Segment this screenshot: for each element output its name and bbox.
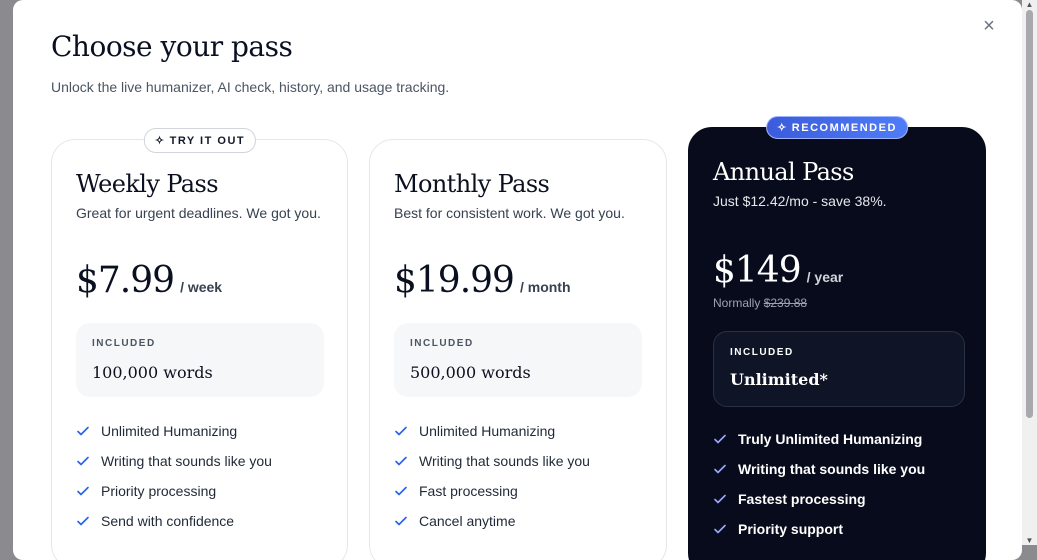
feature-list: Unlimited Humanizing Writing that sounds… [76, 416, 272, 536]
check-icon [714, 464, 726, 474]
strikethrough-price: $239.88 [763, 296, 808, 310]
feature-label: Writing that sounds like you [101, 453, 272, 469]
badge-label: RECOMMENDED [791, 122, 897, 134]
feature-item: Truly Unlimited Humanizing [713, 424, 925, 454]
pricing-modal: × Choose your pass Unlock the live human… [13, 0, 1022, 560]
feature-item: Priority support [713, 514, 925, 544]
sparkle-icon: ✧ [777, 122, 788, 134]
check-icon [395, 516, 407, 526]
included-value: Unlimited* [730, 370, 828, 389]
feature-label: Unlimited Humanizing [419, 423, 556, 439]
price-amount: $149 [713, 250, 802, 291]
plan-card-weekly[interactable]: ✧ TRY IT OUT Weekly Pass Great for urgent… [51, 128, 348, 560]
try-it-out-badge: ✧ TRY IT OUT [143, 128, 257, 153]
scrollbar[interactable]: ▲ ▼ [1022, 0, 1037, 545]
feature-item: Writing that sounds like you [394, 446, 590, 476]
scroll-down-icon[interactable]: ▼ [1025, 536, 1034, 545]
check-icon [395, 486, 407, 496]
included-label: INCLUDED [730, 347, 794, 358]
included-value: 500,000 words [410, 363, 531, 382]
plan-name: Annual Pass [713, 158, 854, 186]
feature-label: Priority support [738, 521, 844, 537]
plan-description: Great for urgent deadlines. We got you. [76, 205, 321, 221]
plan-price: $19.99 / month [394, 260, 571, 301]
feature-item: Writing that sounds like you [713, 454, 925, 484]
modal-subtitle: Unlock the live humanizer, AI check, his… [51, 79, 450, 95]
sparkle-icon: ✧ [154, 135, 166, 147]
check-icon [77, 426, 89, 436]
feature-label: Cancel anytime [419, 513, 516, 529]
price-period: / month [519, 279, 571, 295]
plan-price: $7.99 / week [76, 260, 222, 301]
price-amount: $19.99 [394, 260, 515, 301]
included-box: INCLUDED Unlimited* [713, 331, 965, 407]
plan-name: Monthly Pass [394, 170, 550, 198]
check-icon [77, 486, 89, 496]
check-icon [395, 456, 407, 466]
included-label: INCLUDED [92, 338, 156, 349]
feature-list: Truly Unlimited Humanizing Writing that … [713, 424, 925, 544]
price-period: / year [806, 269, 844, 285]
feature-label: Fast processing [419, 483, 518, 499]
included-box: INCLUDED 500,000 words [394, 323, 642, 397]
badge-label: TRY IT OUT [169, 135, 246, 147]
plan-name: Weekly Pass [76, 170, 219, 198]
check-icon [395, 426, 407, 436]
scroll-up-icon[interactable]: ▲ [1025, 0, 1034, 9]
feature-label: Priority processing [101, 483, 217, 499]
feature-item: Fast processing [394, 476, 590, 506]
feature-label: Send with confidence [101, 513, 235, 529]
normally-label: Normally [713, 296, 761, 310]
feature-label: Truly Unlimited Humanizing [738, 431, 923, 447]
feature-item: Fastest processing [713, 484, 925, 514]
feature-label: Unlimited Humanizing [101, 423, 238, 439]
check-icon [714, 434, 726, 444]
feature-list: Unlimited Humanizing Writing that sounds… [394, 416, 590, 536]
feature-item: Cancel anytime [394, 506, 590, 536]
feature-item: Send with confidence [76, 506, 272, 536]
feature-label: Writing that sounds like you [738, 461, 926, 477]
check-icon [77, 516, 89, 526]
included-value: 100,000 words [92, 363, 213, 382]
feature-label: Fastest processing [738, 491, 866, 507]
plan-card-annual[interactable]: ✧ RECOMMENDED Annual Pass Just $12.42/mo … [688, 116, 986, 560]
price-period: / week [180, 279, 223, 295]
plan-description: Best for consistent work. We got you. [394, 205, 625, 221]
scrollbar-thumb[interactable] [1026, 10, 1033, 418]
included-label: INCLUDED [410, 338, 474, 349]
check-icon [77, 456, 89, 466]
plan-price: $149 / year [713, 250, 843, 291]
original-price: Normally $239.88 [713, 296, 807, 310]
close-icon[interactable]: × [979, 16, 999, 36]
feature-item: Priority processing [76, 476, 272, 506]
recommended-badge: ✧ RECOMMENDED [766, 116, 908, 139]
plan-card-monthly[interactable]: Monthly Pass Best for consistent work. W… [369, 139, 667, 560]
feature-item: Unlimited Humanizing [76, 416, 272, 446]
feature-item: Unlimited Humanizing [394, 416, 590, 446]
price-amount: $7.99 [76, 260, 175, 301]
feature-label: Writing that sounds like you [419, 453, 590, 469]
plan-description: Just $12.42/mo - save 38%. [713, 193, 887, 209]
included-box: INCLUDED 100,000 words [76, 323, 324, 397]
feature-item: Writing that sounds like you [76, 446, 272, 476]
modal-title: Choose your pass [51, 30, 293, 63]
check-icon [714, 494, 726, 504]
check-icon [714, 524, 726, 534]
